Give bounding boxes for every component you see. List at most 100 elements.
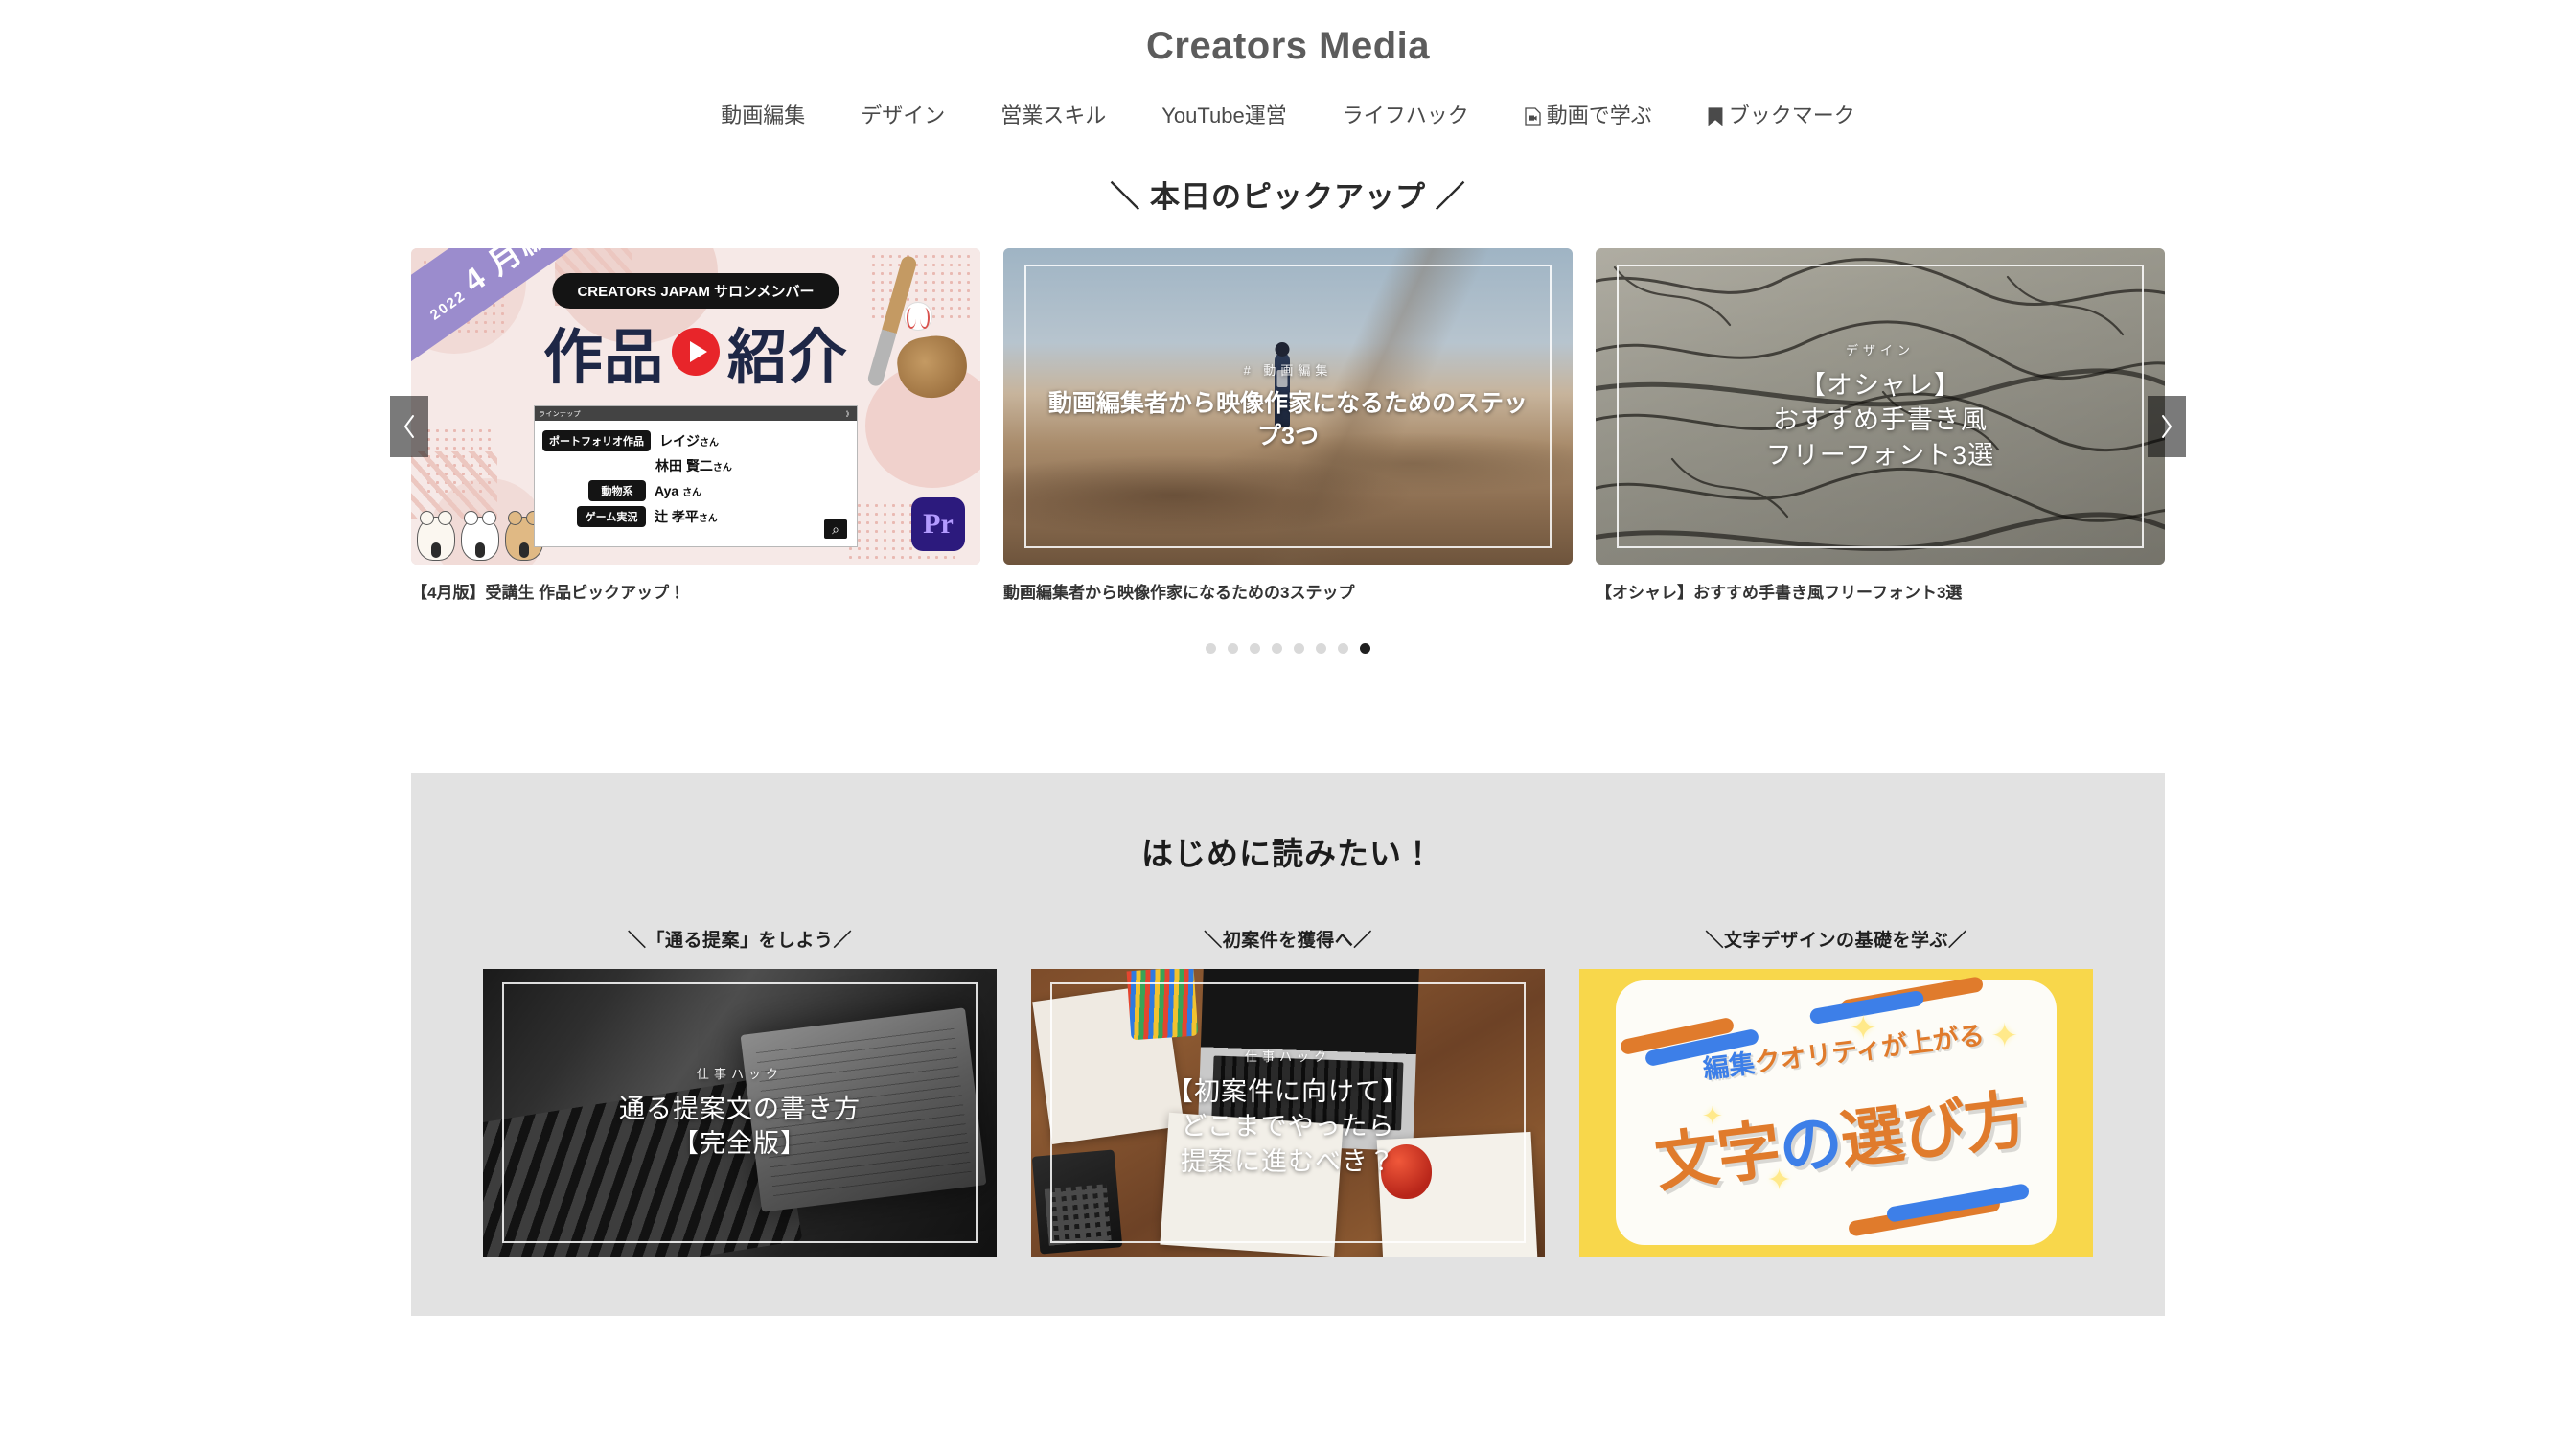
nav-item-design[interactable]: デザイン [833,105,973,127]
card-title-right: 紹介 [727,325,849,391]
read-first-item-2-thumbnail[interactable]: 仕事ハック 【初案件に向けて】 どこまでやったら 提案に進むべき？ [1031,968,1545,1257]
bookmark-icon [1708,106,1723,126]
overlay-title-line2: おすすめ手書き風 [1773,405,1988,435]
carousel-dot-6[interactable] [1316,642,1326,654]
carousel-dot-7[interactable] [1338,642,1348,654]
lineup-chip: ポートフォリオ作品 [542,430,651,451]
carousel-dot-1[interactable] [1206,642,1216,654]
read-first-item-1: ＼「通る提案」をしよう／ 仕事ハック 通る提案文の書き方 【完全版】 [483,926,997,1257]
pickup-carousel: 2022 4 月編 CREATORS JAPAM サロンメンバー 作品 紹介 ラ… [390,248,2186,605]
yellow-graphic-background: ✦ ✦ ✦ ✦ 編集クオリティが上がる 文字の選び方 [1579,968,2093,1257]
category-tag: # 動画編集 [1243,362,1333,378]
read-first-title: はじめに読みたい！ [1141,835,1435,871]
pickup-card-2-overlay: # 動画編集 動画編集者から映像作家になるためのステップ3つ [1003,248,1573,565]
category-tag: 仕事ハック [1244,1049,1331,1064]
decor-stripes [411,451,497,519]
pickup-card-1-thumbnail[interactable]: 2022 4 月編 CREATORS JAPAM サロンメンバー 作品 紹介 ラ… [411,248,980,565]
pickup-heading: ＼ 本日のピックアップ ／ [1110,180,1466,214]
lineup-chip: 動物系 [588,480,646,501]
lineup-panel: ラインナップ 》 ポートフォリオ作品 レイジさん 林田 賢二さん 動物系 Aya… [534,405,858,547]
pickup-card-2[interactable]: # 動画編集 動画編集者から映像作家になるためのステップ3つ 動画編集者から映像… [1003,248,1573,605]
carousel-dot-8[interactable] [1360,642,1370,654]
overlay-title-line1: 通る提案文の書き方 [619,1094,861,1123]
lineup-person: レイジさん [659,433,719,449]
nav-item-video-editing[interactable]: 動画編集 [693,105,833,127]
carousel-pagination [0,642,2576,654]
lineup-person: Aya さん [655,483,702,498]
folder-search-icon [824,519,847,539]
hamster-icon [417,511,455,561]
overlay-title: 動画編集者から映像作家になるためのステップ3つ [1047,389,1528,450]
read-first-item-3-label: ＼文字デザインの基礎を学ぶ／ [1705,930,1967,951]
carousel-track: 2022 4 月編 CREATORS JAPAM サロンメンバー 作品 紹介 ラ… [411,248,2165,605]
pickup-card-2-thumbnail[interactable]: # 動画編集 動画編集者から映像作家になるためのステップ3つ [1003,248,1573,565]
card-title-left: 作品 [542,325,664,391]
read-first-item-2-overlay: 仕事ハック 【初案件に向けて】 どこまでやったら 提案に進むべき？ [1031,969,1545,1257]
carousel-dot-3[interactable] [1250,642,1260,654]
graphic-line-1-a: 編集 [1701,1049,1758,1085]
graphic-line-2-a: 文字 [1651,1113,1784,1200]
lineup-row: ポートフォリオ作品 レイジさん [542,430,843,451]
pickup-card-3[interactable]: デザイン 【オシャレ】 おすすめ手書き風 フリーフォント3選 【オシャレ】おすす… [1596,248,2165,605]
video-document-icon [1525,106,1541,126]
pickup-card-3-thumbnail[interactable]: デザイン 【オシャレ】 おすすめ手書き風 フリーフォント3選 [1596,248,2165,565]
pickup-section: ＼ 本日のピックアップ ／ 2022 4 月編 CREATORS JAPAM サ… [0,173,2576,654]
nav-item-sales-skill[interactable]: 営業スキル [973,105,1134,127]
read-first-section: はじめに読みたい！ ＼「通る提案」をしよう／ 仕事ハック 通る提案文の書き方 【… [411,772,2165,1316]
hamster-icon [461,511,499,561]
overlay-title-line2: どこまでやったら [1181,1112,1395,1142]
carousel-next-button[interactable] [2148,395,2186,457]
baseball-icon [904,302,932,331]
graphic-line-2-c: 選び方 [1836,1083,2032,1177]
overlay-title-line3: 提案に進むべき？ [1181,1146,1395,1176]
premiere-pro-logo: Pr [911,497,965,551]
nav-item-life-hack[interactable]: ライフハック [1315,105,1497,127]
pickup-card-1[interactable]: 2022 4 月編 CREATORS JAPAM サロンメンバー 作品 紹介 ラ… [411,248,980,605]
nav-label: デザイン [861,104,946,127]
graphic-line-2: 文字の選び方 [1649,1068,2032,1205]
read-first-item-1-thumbnail[interactable]: 仕事ハック 通る提案文の書き方 【完全版】 [483,968,997,1257]
carousel-dot-2[interactable] [1228,642,1238,654]
read-first-item-1-label: ＼「通る提案」をしよう／ [627,930,852,951]
nav-item-learn-by-video[interactable]: 動画で学ぶ [1497,105,1680,127]
card-badge: CREATORS JAPAM サロンメンバー [552,273,840,309]
lineup-chip: ゲーム実況 [577,506,646,527]
graphic-line-2-b: の [1775,1106,1846,1185]
ribbon-year: 2022 [426,288,470,324]
yellow-graphic-text: 編集クオリティが上がる 文字の選び方 [1579,969,2093,1257]
main-navigation: 動画編集 デザイン 営業スキル YouTube運営 ライフハック 動画で学ぶ ブ… [0,105,2576,127]
lineup-panel-expand: 》 [845,410,853,418]
chevron-left-icon [404,414,414,438]
graphic-line-1: 編集クオリティが上がる [1701,1014,1987,1086]
lineup-panel-titlebar: ラインナップ 》 [535,406,857,421]
category-tag: 仕事ハック [696,1066,783,1081]
lineup-person: 林田 賢二さん [656,458,732,473]
read-first-item-3-thumbnail[interactable]: ✦ ✦ ✦ ✦ 編集クオリティが上がる 文字の選び方 [1579,968,2093,1257]
overlay-title-line1: 【初案件に向けて】 [1167,1076,1409,1106]
pickup-card-1-caption: 【4月版】受講生 作品ピックアップ！ [411,584,686,602]
read-first-item-2: ＼初案件を獲得へ／ 仕事ハック 【初案件に向けて】 どこまでやったら 提案に進む… [1031,926,1545,1257]
nav-label: ブックマーク [1728,104,1855,127]
read-first-item-2-label: ＼初案件を獲得へ／ [1204,930,1372,951]
lineup-row: 林田 賢二さん [542,456,843,475]
nav-item-bookmark[interactable]: ブックマーク [1680,105,1883,127]
overlay-title-line2: 【完全版】 [673,1129,807,1159]
carousel-dot-5[interactable] [1294,642,1304,654]
site-header: Creators Media 動画編集 デザイン 営業スキル YouTube運営… [0,0,2576,127]
overlay-title-line3: フリーフォント3選 [1765,440,1995,470]
overlay-title-line1: 【オシャレ】 [1800,370,1961,400]
lineup-row: 動物系 Aya さん [542,480,843,501]
nav-label: 営業スキル [1000,104,1107,127]
lineup-panel-label: ラインナップ [539,410,581,418]
card-main-title: 作品 紹介 [543,309,848,395]
graphic-line-1-b: クオリティが上がる [1753,1021,1987,1078]
carousel-prev-button[interactable] [390,395,428,457]
nav-label: YouTube運営 [1162,104,1287,127]
play-icon [672,328,720,376]
carousel-dot-4[interactable] [1272,642,1282,654]
lineup-rows: ポートフォリオ作品 レイジさん 林田 賢二さん 動物系 Aya さん ゲーム実況… [535,421,857,527]
nav-label: 動画で学ぶ [1546,104,1652,127]
read-first-item-1-overlay: 仕事ハック 通る提案文の書き方 【完全版】 [483,969,997,1257]
nav-item-youtube-management[interactable]: YouTube運営 [1134,105,1314,127]
lineup-person: 辻 孝平さん [655,509,718,524]
